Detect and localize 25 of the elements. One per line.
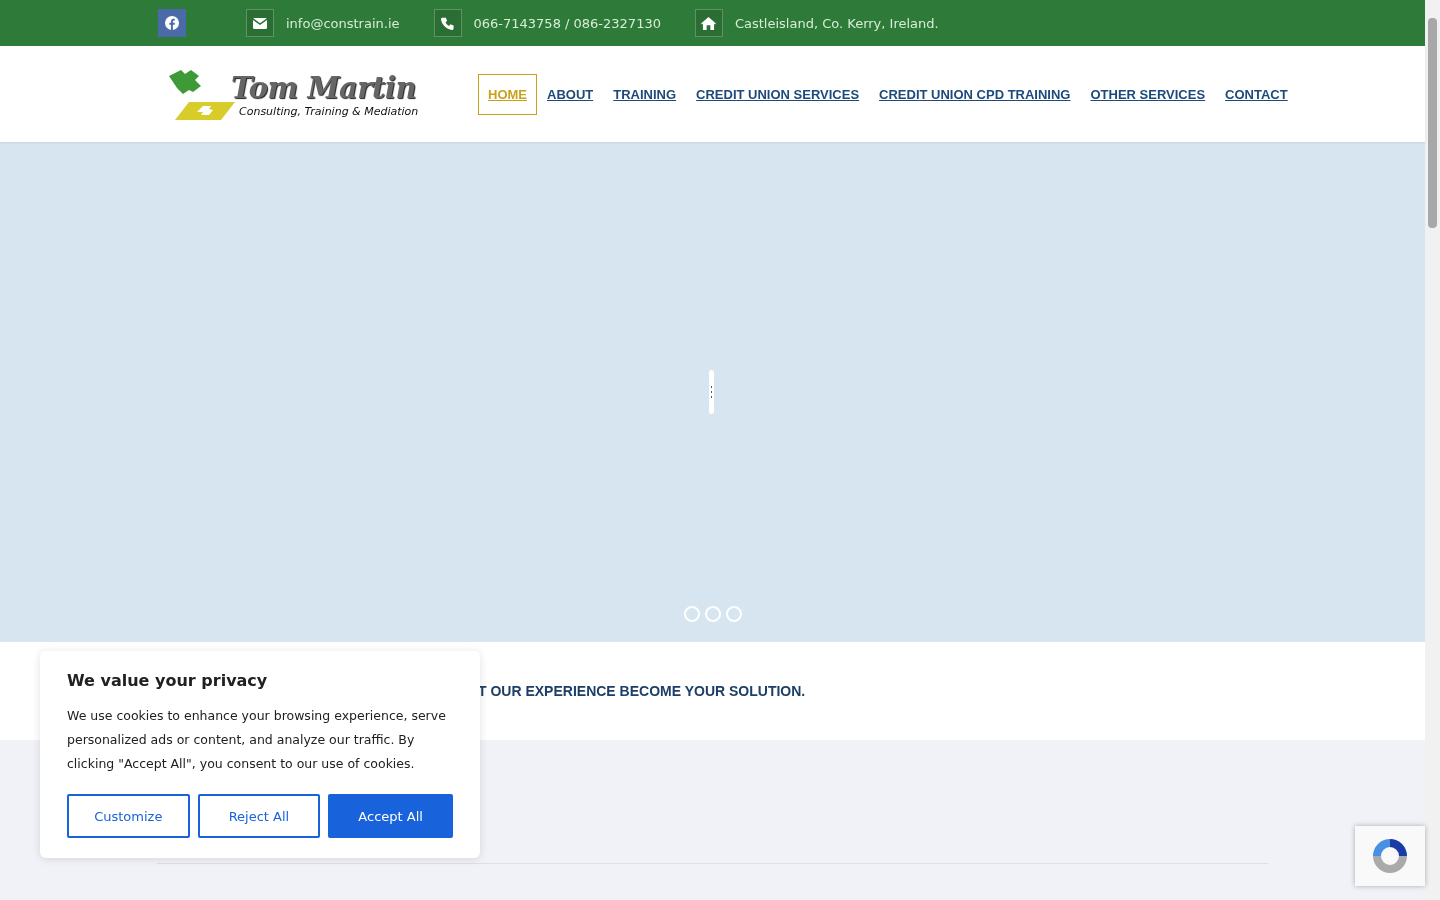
nav-link[interactable]: CREDIT UNION SERVICES bbox=[686, 73, 870, 115]
logo-subtitle: Consulting, Training & Mediation bbox=[239, 104, 419, 118]
cookie-text: We use cookies to enhance your browsing experience, serve personalized ads or content, and analyze our traffic. By clicking "Accept All", you consent to our use of cookies. bbox=[67, 707, 447, 773]
nav-link[interactable]: ABOUT bbox=[537, 73, 604, 115]
nav-link[interactable]: OTHER SERVICES bbox=[1080, 73, 1216, 115]
phone-text: 066-7143758 / 086-2327130 bbox=[473, 15, 661, 31]
envelope-icon bbox=[246, 9, 274, 37]
phone-icon bbox=[433, 9, 462, 37]
home-icon bbox=[694, 9, 723, 37]
slider-dot[interactable] bbox=[683, 606, 700, 622]
nav-link[interactable]: TRAINING bbox=[603, 73, 687, 115]
slider-dot[interactable] bbox=[725, 606, 742, 622]
nav-link[interactable]: CONTACT bbox=[1215, 73, 1298, 115]
cookie-title: We value your privacy bbox=[67, 671, 269, 690]
logo-title: Tom Martin bbox=[231, 70, 418, 105]
slider-dot[interactable] bbox=[704, 606, 721, 622]
cookie-button[interactable]: Reject All bbox=[197, 794, 321, 838]
cookie-button[interactable]: Customize bbox=[67, 794, 190, 838]
scrollbar-thumb[interactable] bbox=[1428, 18, 1437, 228]
facebook-icon[interactable] bbox=[158, 9, 186, 37]
nav-link[interactable]: CREDIT UNION CPD TRAINING bbox=[869, 73, 1081, 115]
cookie-button[interactable]: Accept All bbox=[328, 794, 453, 838]
address-text: Castleisland, Co. Kerry, Ireland. bbox=[734, 15, 939, 31]
slider-handle[interactable] bbox=[709, 370, 714, 414]
email-text: info@constrain.ie bbox=[286, 15, 400, 31]
